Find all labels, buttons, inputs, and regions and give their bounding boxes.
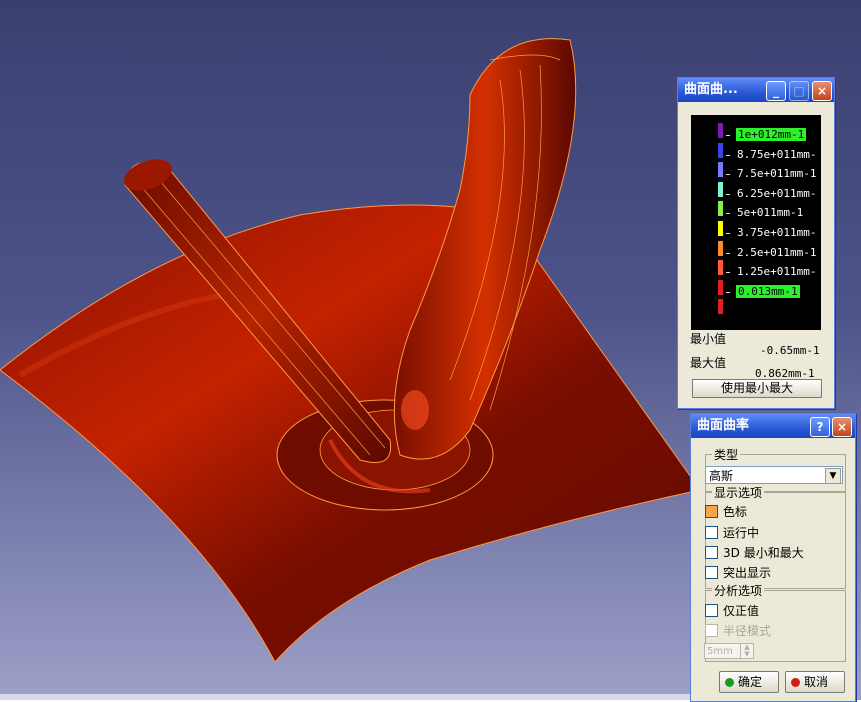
scale-tick <box>726 291 730 293</box>
scale-tick <box>726 135 730 136</box>
scale-tick <box>726 252 730 254</box>
ok-icon <box>725 678 734 687</box>
option-3d-minmax[interactable]: 3D 最小和最大 <box>705 545 804 561</box>
max-label: 最大值 <box>690 356 727 370</box>
option-label: 仅正值 <box>723 604 760 618</box>
scale-swatch <box>718 162 723 178</box>
curvature-dialog-titlebar[interactable]: 曲面曲率 ? × <box>691 414 855 438</box>
option-label: 运行中 <box>723 526 760 540</box>
close-button[interactable]: × <box>812 81 832 101</box>
ok-label: 确定 <box>738 675 763 689</box>
option-highlight[interactable]: 突出显示 <box>705 565 771 581</box>
help-button[interactable]: ? <box>810 417 830 437</box>
scale-window-titlebar[interactable]: 曲面曲... _ □ × <box>678 78 834 102</box>
viewport-bottom-strip <box>0 694 690 700</box>
option-color-scale[interactable]: 色标 <box>705 504 747 520</box>
option-label: 半径模式 <box>723 624 772 638</box>
ok-button[interactable]: 确定 <box>719 671 779 693</box>
scale-tick <box>726 233 730 234</box>
scale-swatch <box>718 279 723 295</box>
option-label: 3D 最小和最大 <box>723 546 804 560</box>
min-value: -0.65mm-1 <box>760 344 820 357</box>
display-group-label: 显示选项 <box>712 484 765 501</box>
checkbox-icon <box>705 624 718 637</box>
scale-swatch <box>718 240 723 256</box>
cancel-button[interactable]: 取消 <box>785 671 845 693</box>
option-running[interactable]: 运行中 <box>705 525 759 541</box>
scale-tick <box>726 213 730 215</box>
scale-label[interactable]: 2.5e+011mm-1 <box>737 246 816 259</box>
option-label: 色标 <box>723 505 748 519</box>
analysis-group-label: 分析选项 <box>712 582 765 599</box>
type-select[interactable]: 高斯 ▼ <box>705 466 843 484</box>
color-scale: 1e+012mm-1 8.75e+011mm- 7.5e+011mm-1 6.25e+… <box>691 115 821 330</box>
maximize-button: □ <box>789 81 809 101</box>
scale-swatch <box>718 181 723 197</box>
chevron-down-icon[interactable]: ▼ <box>825 468 841 484</box>
type-group-label: 类型 <box>712 446 741 463</box>
scale-swatch <box>718 299 723 315</box>
spinner-icon: ▲ ▼ <box>740 644 753 658</box>
scale-label[interactable]: 1e+012mm-1 <box>736 128 807 141</box>
scale-tick <box>726 174 730 176</box>
scale-swatch <box>718 142 723 158</box>
scale-swatch <box>718 201 723 217</box>
radius-stepper: 5mm ▲ ▼ <box>704 643 754 659</box>
option-label: 突出显示 <box>723 566 772 580</box>
option-positive-only[interactable]: 仅正值 <box>705 603 759 619</box>
surface-curvature-dialog: 曲面曲率 ? × 类型 高斯 ▼ 显示选项 色标 运行中 3D 最小和最大 突出… <box>690 413 856 702</box>
scale-label[interactable]: 0.013mm-1 <box>736 284 800 298</box>
checkbox-icon[interactable] <box>705 526 718 539</box>
curvature-dialog-title: 曲面曲率 <box>697 418 750 433</box>
checkbox-icon[interactable] <box>705 566 718 579</box>
option-radius-mode: 半径模式 <box>705 623 771 639</box>
radius-value: 5mm <box>707 646 733 657</box>
type-select-value: 高斯 <box>709 469 734 483</box>
scale-label[interactable]: 6.25e+011mm- <box>737 187 816 200</box>
checkbox-icon[interactable] <box>705 546 718 559</box>
scale-label[interactable]: 8.75e+011mm- <box>737 148 816 161</box>
scale-swatch <box>718 260 723 276</box>
dialog-close-button[interactable]: × <box>832 417 852 437</box>
scale-label[interactable]: 5e+011mm-1 <box>737 206 803 219</box>
use-min-max-button[interactable]: 使用最小最大 <box>692 379 822 398</box>
scale-window-title: 曲面曲... <box>684 82 738 97</box>
scale-swatch <box>718 221 723 236</box>
scale-tick <box>726 154 730 156</box>
checkbox-icon[interactable] <box>705 604 718 617</box>
scale-tick <box>726 272 730 274</box>
minimize-button[interactable]: _ <box>766 81 786 101</box>
color-scale-window: 曲面曲... _ □ × 1e+012mm-1 8.75e+011mm- 7.5e+… <box>677 77 835 409</box>
scale-swatch <box>718 123 723 138</box>
scale-label[interactable]: 1.25e+011mm- <box>737 265 816 278</box>
scale-label[interactable]: 7.5e+011mm-1 <box>737 167 816 180</box>
cancel-label: 取消 <box>804 675 829 689</box>
scale-tick <box>726 193 730 195</box>
scale-label[interactable]: 3.75e+011mm- <box>737 226 816 239</box>
min-label: 最小值 <box>690 332 727 346</box>
checkbox-icon[interactable] <box>705 505 718 518</box>
cancel-icon <box>791 678 800 687</box>
